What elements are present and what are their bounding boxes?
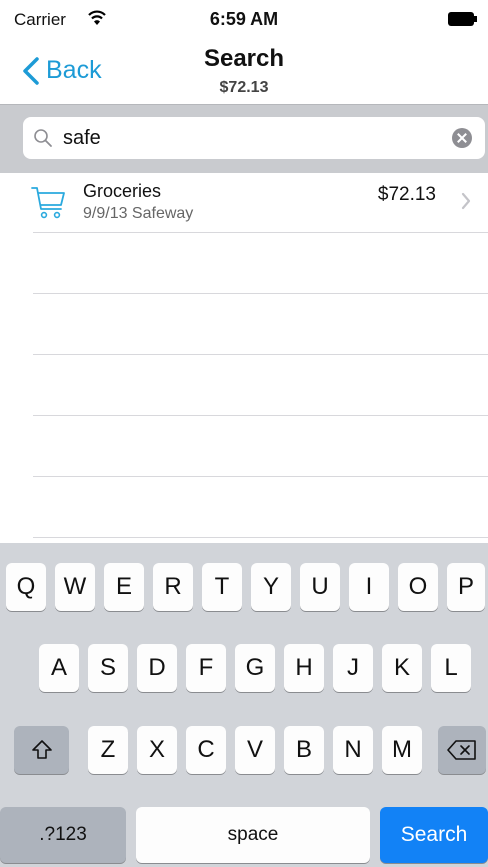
delete-key[interactable] <box>438 726 486 774</box>
numbers-key[interactable]: .?123 <box>0 807 126 863</box>
search-key[interactable]: Search <box>380 807 488 863</box>
key-h[interactable]: H <box>284 644 324 692</box>
key-k[interactable]: K <box>382 644 422 692</box>
key-w[interactable]: W <box>55 563 95 611</box>
space-key[interactable]: space <box>136 807 370 863</box>
delete-icon <box>447 740 476 760</box>
search-input[interactable]: safe <box>23 117 485 159</box>
page-subtitle: $72.13 <box>219 79 269 96</box>
result-amount: $72.13 <box>377 184 436 205</box>
key-l[interactable]: L <box>431 644 471 692</box>
page-title: Search <box>203 45 285 72</box>
row-separator <box>33 415 488 416</box>
key-g[interactable]: G <box>235 644 275 692</box>
key-z[interactable]: Z <box>88 726 128 774</box>
shift-key[interactable] <box>14 726 69 774</box>
row-separator <box>33 476 488 477</box>
search-bar: safe <box>0 104 488 173</box>
search-query-text: safe <box>63 127 101 149</box>
result-subtitle: 9/9/13 Safeway <box>83 205 194 222</box>
row-separator <box>33 232 488 233</box>
row-separator <box>33 537 488 538</box>
row-separator <box>33 354 488 355</box>
key-d[interactable]: D <box>137 644 177 692</box>
key-o[interactable]: O <box>398 563 438 611</box>
key-p[interactable]: P <box>447 563 485 611</box>
key-y[interactable]: Y <box>251 563 291 611</box>
keyboard: Q W E R T Y U I O P A S D F G H J K L Z … <box>0 543 488 867</box>
key-x[interactable]: X <box>137 726 177 774</box>
clock: 6:59 AM <box>209 9 279 29</box>
key-j[interactable]: J <box>333 644 373 692</box>
key-f[interactable]: F <box>186 644 226 692</box>
key-i[interactable]: I <box>349 563 389 611</box>
key-n[interactable]: N <box>333 726 373 774</box>
result-title: Groceries <box>83 181 162 201</box>
battery-icon <box>448 12 477 26</box>
key-s[interactable]: S <box>88 644 128 692</box>
clear-icon[interactable] <box>452 128 472 148</box>
chevron-right-icon <box>461 192 471 210</box>
row-separator <box>33 293 488 294</box>
key-t[interactable]: T <box>202 563 242 611</box>
search-icon <box>34 129 52 147</box>
status-bar: Carrier 6:59 AM <box>0 0 488 40</box>
key-v[interactable]: V <box>235 726 275 774</box>
navigation-bar: Back Search $72.13 <box>0 40 488 104</box>
key-b[interactable]: B <box>284 726 324 774</box>
key-u[interactable]: U <box>300 563 340 611</box>
list-item[interactable]: Groceries 9/9/13 Safeway $72.13 <box>0 172 488 232</box>
key-q[interactable]: Q <box>6 563 46 611</box>
key-r[interactable]: R <box>153 563 193 611</box>
key-e[interactable]: E <box>104 563 144 611</box>
shift-icon <box>31 740 52 759</box>
key-c[interactable]: C <box>186 726 226 774</box>
key-m[interactable]: M <box>382 726 422 774</box>
shopping-cart-icon <box>31 187 65 219</box>
key-a[interactable]: A <box>39 644 79 692</box>
